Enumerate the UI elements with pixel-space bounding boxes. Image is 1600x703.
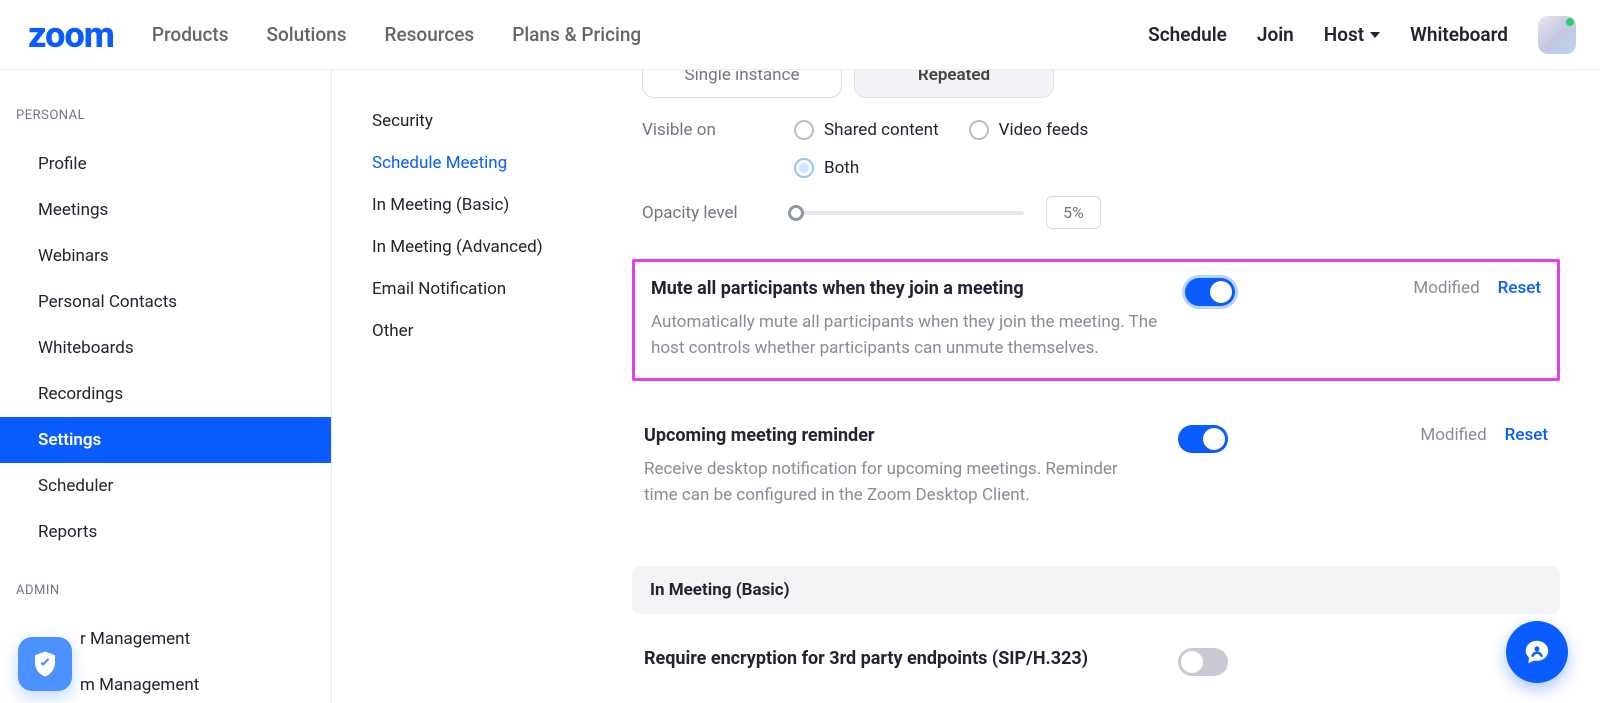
nav-products[interactable]: Products — [152, 23, 229, 46]
reminder-title: Upcoming meeting reminder — [644, 425, 1154, 446]
subnav-in-meeting-basic[interactable]: In Meeting (Basic) — [372, 184, 602, 226]
highlight-box: Mute all participants when they join a m… — [632, 259, 1560, 381]
section-in-meeting-basic: In Meeting (Basic) — [632, 566, 1560, 614]
mute-title: Mute all participants when they join a m… — [651, 278, 1161, 299]
radio-shared-content-label: Shared content — [824, 120, 939, 140]
mute-modified-label: Modified — [1413, 278, 1479, 298]
radio-shared-content[interactable] — [794, 120, 814, 140]
sidebar-item-meetings[interactable]: Meetings — [0, 187, 331, 233]
sidebar-item-profile[interactable]: Profile — [0, 141, 331, 187]
mute-reset-link[interactable]: Reset — [1498, 278, 1541, 298]
header: zoom Products Solutions Resources Plans … — [0, 0, 1600, 70]
sidebar-heading-personal: PERSONAL — [0, 100, 331, 141]
encryption-title: Require encryption for 3rd party endpoin… — [644, 648, 1154, 669]
header-right: Schedule Join Host Whiteboard — [1148, 16, 1576, 54]
subnav-in-meeting-advanced[interactable]: In Meeting (Advanced) — [372, 226, 602, 268]
nav-join[interactable]: Join — [1257, 23, 1294, 46]
chat-icon[interactable] — [1506, 621, 1568, 683]
radio-video-feeds-label: Video feeds — [999, 120, 1089, 140]
sidebar-item-settings[interactable]: Settings — [0, 417, 331, 463]
opacity-value[interactable]: 5% — [1046, 196, 1101, 229]
main-nav: Products Solutions Resources Plans & Pri… — [152, 23, 641, 46]
mute-description: Automatically mute all participants when… — [651, 309, 1161, 362]
reminder-reset-link[interactable]: Reset — [1505, 425, 1548, 445]
slider-knob-icon[interactable] — [788, 205, 804, 221]
radio-both-label: Both — [824, 158, 859, 178]
subnav-email-notification[interactable]: Email Notification — [372, 268, 602, 310]
subnav-security[interactable]: Security — [372, 100, 602, 142]
sidebar-item-whiteboards[interactable]: Whiteboards — [0, 325, 331, 371]
sidebar-item-recordings[interactable]: Recordings — [0, 371, 331, 417]
nav-resources[interactable]: Resources — [385, 23, 475, 46]
radio-both[interactable] — [794, 158, 814, 178]
chevron-down-icon — [1370, 32, 1380, 38]
reminder-description: Receive desktop notification for upcomin… — [644, 456, 1154, 509]
subnav-schedule-meeting[interactable]: Schedule Meeting — [372, 142, 602, 184]
shield-icon[interactable] — [18, 637, 72, 691]
nav-host-label: Host — [1324, 23, 1364, 46]
opacity-slider[interactable] — [794, 211, 1024, 215]
sidebar-heading-admin: ADMIN — [0, 555, 331, 616]
opacity-label: Opacity level — [642, 203, 782, 223]
segment-single-instance[interactable]: Single instance — [642, 70, 842, 98]
nav-host[interactable]: Host — [1324, 23, 1380, 46]
sidebar-item-reports[interactable]: Reports — [0, 509, 331, 555]
sidebar: PERSONAL Profile Meetings Webinars Perso… — [0, 70, 332, 703]
nav-solutions[interactable]: Solutions — [267, 23, 347, 46]
sidebar-item-webinars[interactable]: Webinars — [0, 233, 331, 279]
radio-video-feeds[interactable] — [969, 120, 989, 140]
reminder-modified-label: Modified — [1420, 425, 1486, 445]
logo[interactable]: zoom — [28, 14, 114, 56]
visible-on-label: Visible on — [642, 120, 782, 140]
subnav-other[interactable]: Other — [372, 310, 602, 352]
reminder-toggle[interactable] — [1178, 425, 1228, 453]
settings-subnav: Security Schedule Meeting In Meeting (Ba… — [332, 70, 622, 703]
nav-schedule[interactable]: Schedule — [1148, 23, 1227, 46]
encryption-toggle[interactable] — [1178, 648, 1228, 676]
segment-repeated[interactable]: Repeated — [854, 70, 1054, 98]
mute-toggle[interactable] — [1185, 278, 1235, 306]
sidebar-item-scheduler[interactable]: Scheduler — [0, 463, 331, 509]
sidebar-item-personal-contacts[interactable]: Personal Contacts — [0, 279, 331, 325]
nav-whiteboard[interactable]: Whiteboard — [1410, 23, 1508, 46]
settings-content: Single instance Repeated Visible on Shar… — [622, 70, 1600, 703]
avatar[interactable] — [1538, 16, 1576, 54]
nav-plans-pricing[interactable]: Plans & Pricing — [512, 23, 641, 46]
